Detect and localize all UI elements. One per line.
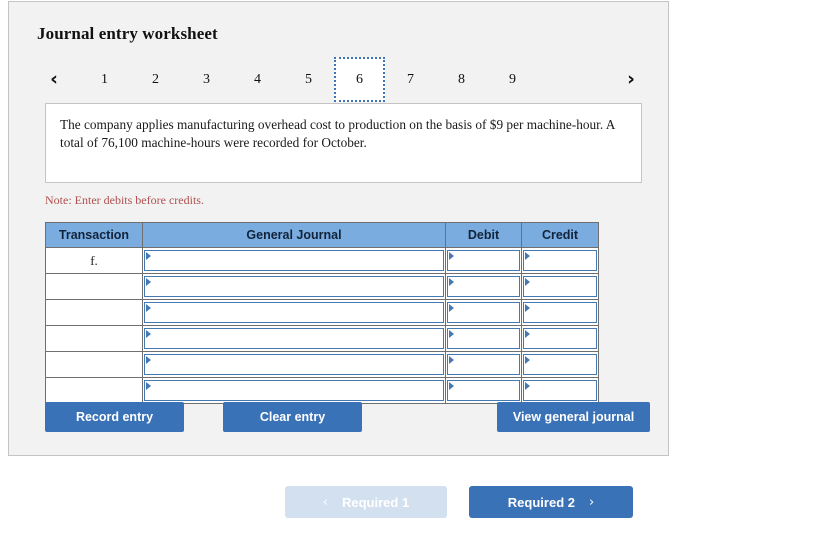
transaction-description-box: The company applies manufacturing overhe… — [45, 103, 642, 183]
general-journal-input[interactable] — [144, 380, 444, 401]
debit-cell[interactable] — [445, 299, 522, 326]
column-header-debit: Debit — [445, 222, 522, 248]
tab-6[interactable]: 6 — [334, 57, 385, 102]
table-row — [45, 299, 599, 326]
worksheet-tabstrip: ‹ 1 2 3 4 5 6 7 8 9 › — [9, 56, 668, 103]
general-journal-cell[interactable] — [142, 299, 446, 326]
table-row — [45, 377, 599, 404]
chevron-left-icon: ‹ — [322, 494, 328, 510]
credit-input[interactable] — [523, 250, 597, 271]
tab-7[interactable]: 7 — [385, 57, 436, 102]
column-header-general-journal: General Journal — [142, 222, 446, 248]
debits-before-credits-note: Note: Enter debits before credits. — [45, 193, 204, 207]
chevron-right-icon[interactable]: › — [614, 70, 648, 89]
requirement-pager: ‹ Required 1 Required 2 › — [0, 486, 818, 520]
general-journal-input[interactable] — [144, 276, 444, 297]
record-entry-button[interactable]: Record entry — [45, 402, 184, 432]
credit-input[interactable] — [523, 302, 597, 323]
chevron-right-icon: › — [588, 494, 595, 510]
credit-cell[interactable] — [521, 325, 599, 352]
debit-cell[interactable] — [445, 247, 522, 274]
debit-cell[interactable] — [445, 351, 522, 378]
general-journal-cell[interactable] — [142, 377, 446, 404]
column-header-transaction: Transaction — [45, 222, 143, 248]
table-row: f. — [45, 247, 599, 274]
credit-cell[interactable] — [521, 273, 599, 300]
general-journal-cell[interactable] — [142, 247, 446, 274]
required-2-label: Required 2 — [507, 494, 575, 510]
general-journal-input[interactable] — [144, 250, 444, 271]
general-journal-cell[interactable] — [142, 325, 446, 352]
tab-8[interactable]: 8 — [436, 57, 487, 102]
debit-cell[interactable] — [445, 377, 522, 404]
journal-entry-worksheet-panel: Journal entry worksheet ‹ 1 2 3 4 5 6 7 … — [8, 1, 669, 456]
debit-input[interactable] — [447, 328, 520, 349]
tab-5[interactable]: 5 — [283, 57, 334, 102]
transaction-label-cell — [45, 299, 143, 326]
column-header-credit: Credit — [521, 222, 599, 248]
general-journal-input[interactable] — [144, 328, 444, 349]
page-title: Journal entry worksheet — [37, 24, 218, 43]
required-2-button[interactable]: Required 2 › — [469, 486, 633, 518]
table-header-row: Transaction General Journal Debit Credit — [45, 222, 599, 248]
credit-input[interactable] — [523, 276, 597, 297]
debit-input[interactable] — [447, 276, 520, 297]
clear-entry-button[interactable]: Clear entry — [223, 402, 362, 432]
credit-cell[interactable] — [521, 377, 599, 404]
credit-input[interactable] — [523, 380, 597, 401]
transaction-label-cell — [45, 351, 143, 378]
chevron-left-icon[interactable]: ‹ — [37, 70, 71, 89]
tab-4[interactable]: 4 — [232, 57, 283, 102]
debit-input[interactable] — [447, 250, 520, 271]
tab-2[interactable]: 2 — [130, 57, 181, 102]
credit-input[interactable] — [523, 328, 597, 349]
table-row — [45, 325, 599, 352]
journal-entry-table: Transaction General Journal Debit Credit… — [45, 222, 599, 404]
transaction-label-cell — [45, 377, 143, 404]
transaction-label-cell: f. — [45, 247, 143, 274]
debit-cell[interactable] — [445, 325, 522, 352]
credit-input[interactable] — [523, 354, 597, 375]
tab-9[interactable]: 9 — [487, 57, 538, 102]
worksheet-tab-list: 1 2 3 4 5 6 7 8 9 — [79, 57, 538, 102]
debit-input[interactable] — [447, 380, 520, 401]
credit-cell[interactable] — [521, 247, 599, 274]
general-journal-cell[interactable] — [142, 273, 446, 300]
table-row — [45, 351, 599, 378]
tab-1[interactable]: 1 — [79, 57, 130, 102]
transaction-description-text: The company applies manufacturing overhe… — [60, 117, 615, 150]
general-journal-input[interactable] — [144, 354, 444, 375]
transaction-label-cell — [45, 325, 143, 352]
debit-input[interactable] — [447, 302, 520, 323]
table-row — [45, 273, 599, 300]
debit-cell[interactable] — [445, 273, 522, 300]
required-1-button: ‹ Required 1 — [285, 486, 447, 518]
general-journal-input[interactable] — [144, 302, 444, 323]
tab-3[interactable]: 3 — [181, 57, 232, 102]
credit-cell[interactable] — [521, 351, 599, 378]
view-general-journal-button[interactable]: View general journal — [497, 402, 650, 432]
transaction-label-cell — [45, 273, 143, 300]
credit-cell[interactable] — [521, 299, 599, 326]
general-journal-cell[interactable] — [142, 351, 446, 378]
required-1-label: Required 1 — [342, 494, 410, 510]
debit-input[interactable] — [447, 354, 520, 375]
